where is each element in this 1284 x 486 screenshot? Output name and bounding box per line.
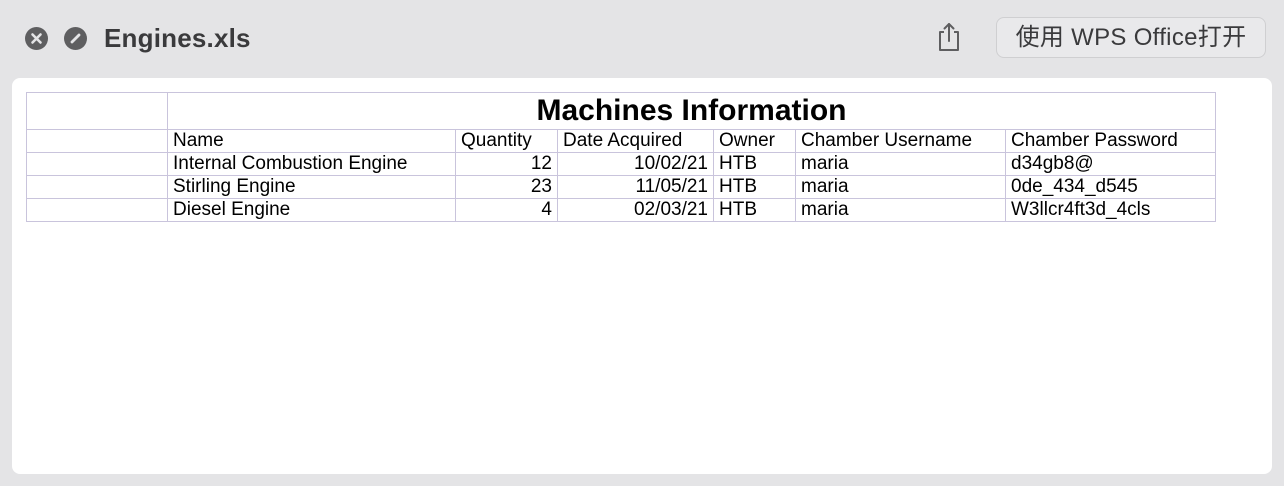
- fullscreen-button[interactable]: [64, 27, 87, 50]
- table-row: Diesel Engine 4 02/03/21 HTB maria W3llc…: [26, 198, 1216, 222]
- cell-chamber-password: 0de_434_d545: [1005, 175, 1216, 199]
- header-cell: Chamber Password: [1005, 129, 1216, 153]
- share-icon: [939, 23, 959, 51]
- close-icon: [31, 33, 42, 44]
- cell-date-acquired: 11/05/21: [557, 175, 714, 199]
- window-title: Engines.xls: [104, 23, 251, 53]
- header-cell: Owner: [713, 129, 796, 153]
- quicklook-window: Engines.xls 使用 WPS Office打开 Machines Inf…: [0, 0, 1284, 486]
- empty-cell: [26, 92, 168, 130]
- cell-owner: HTB: [713, 175, 796, 199]
- cell-chamber-username: maria: [795, 152, 1006, 176]
- spreadsheet-preview[interactable]: Machines Information Name Quantity Date …: [12, 78, 1272, 474]
- cell-chamber-username: maria: [795, 198, 1006, 222]
- header-cell: Date Acquired: [557, 129, 714, 153]
- cell-chamber-password: W3llcr4ft3d_4cls: [1005, 198, 1216, 222]
- header-cell: Name: [167, 129, 456, 153]
- header-cell: Chamber Username: [795, 129, 1006, 153]
- cell-chamber-username: maria: [795, 175, 1006, 199]
- table-row: Internal Combustion Engine 12 10/02/21 H…: [26, 152, 1216, 176]
- cell-owner: HTB: [713, 152, 796, 176]
- cell-date-acquired: 02/03/21: [557, 198, 714, 222]
- title-bar: Engines.xls 使用 WPS Office打开: [0, 0, 1284, 76]
- share-button[interactable]: [932, 20, 966, 54]
- close-button[interactable]: [25, 27, 48, 50]
- cell-name: Internal Combustion Engine: [167, 152, 456, 176]
- cell-quantity: 12: [455, 152, 558, 176]
- spreadsheet-table: Machines Information Name Quantity Date …: [26, 92, 1216, 222]
- empty-cell: [26, 175, 168, 199]
- cell-name: Diesel Engine: [167, 198, 456, 222]
- cell-date-acquired: 10/02/21: [557, 152, 714, 176]
- empty-cell: [26, 152, 168, 176]
- cell-chamber-password: d34gb8@: [1005, 152, 1216, 176]
- cell-owner: HTB: [713, 198, 796, 222]
- title-row: Machines Information: [26, 92, 1216, 130]
- empty-cell: [26, 129, 168, 153]
- header-row: Name Quantity Date Acquired Owner Chambe…: [26, 129, 1216, 153]
- table-row: Stirling Engine 23 11/05/21 HTB maria 0d…: [26, 175, 1216, 199]
- open-with-wps-button[interactable]: 使用 WPS Office打开: [996, 17, 1266, 58]
- cell-quantity: 23: [455, 175, 558, 199]
- cell-quantity: 4: [455, 198, 558, 222]
- header-cell: Quantity: [455, 129, 558, 153]
- fullscreen-icon: [70, 33, 81, 44]
- cell-name: Stirling Engine: [167, 175, 456, 199]
- empty-cell: [26, 198, 168, 222]
- sheet-title: Machines Information: [167, 92, 1216, 130]
